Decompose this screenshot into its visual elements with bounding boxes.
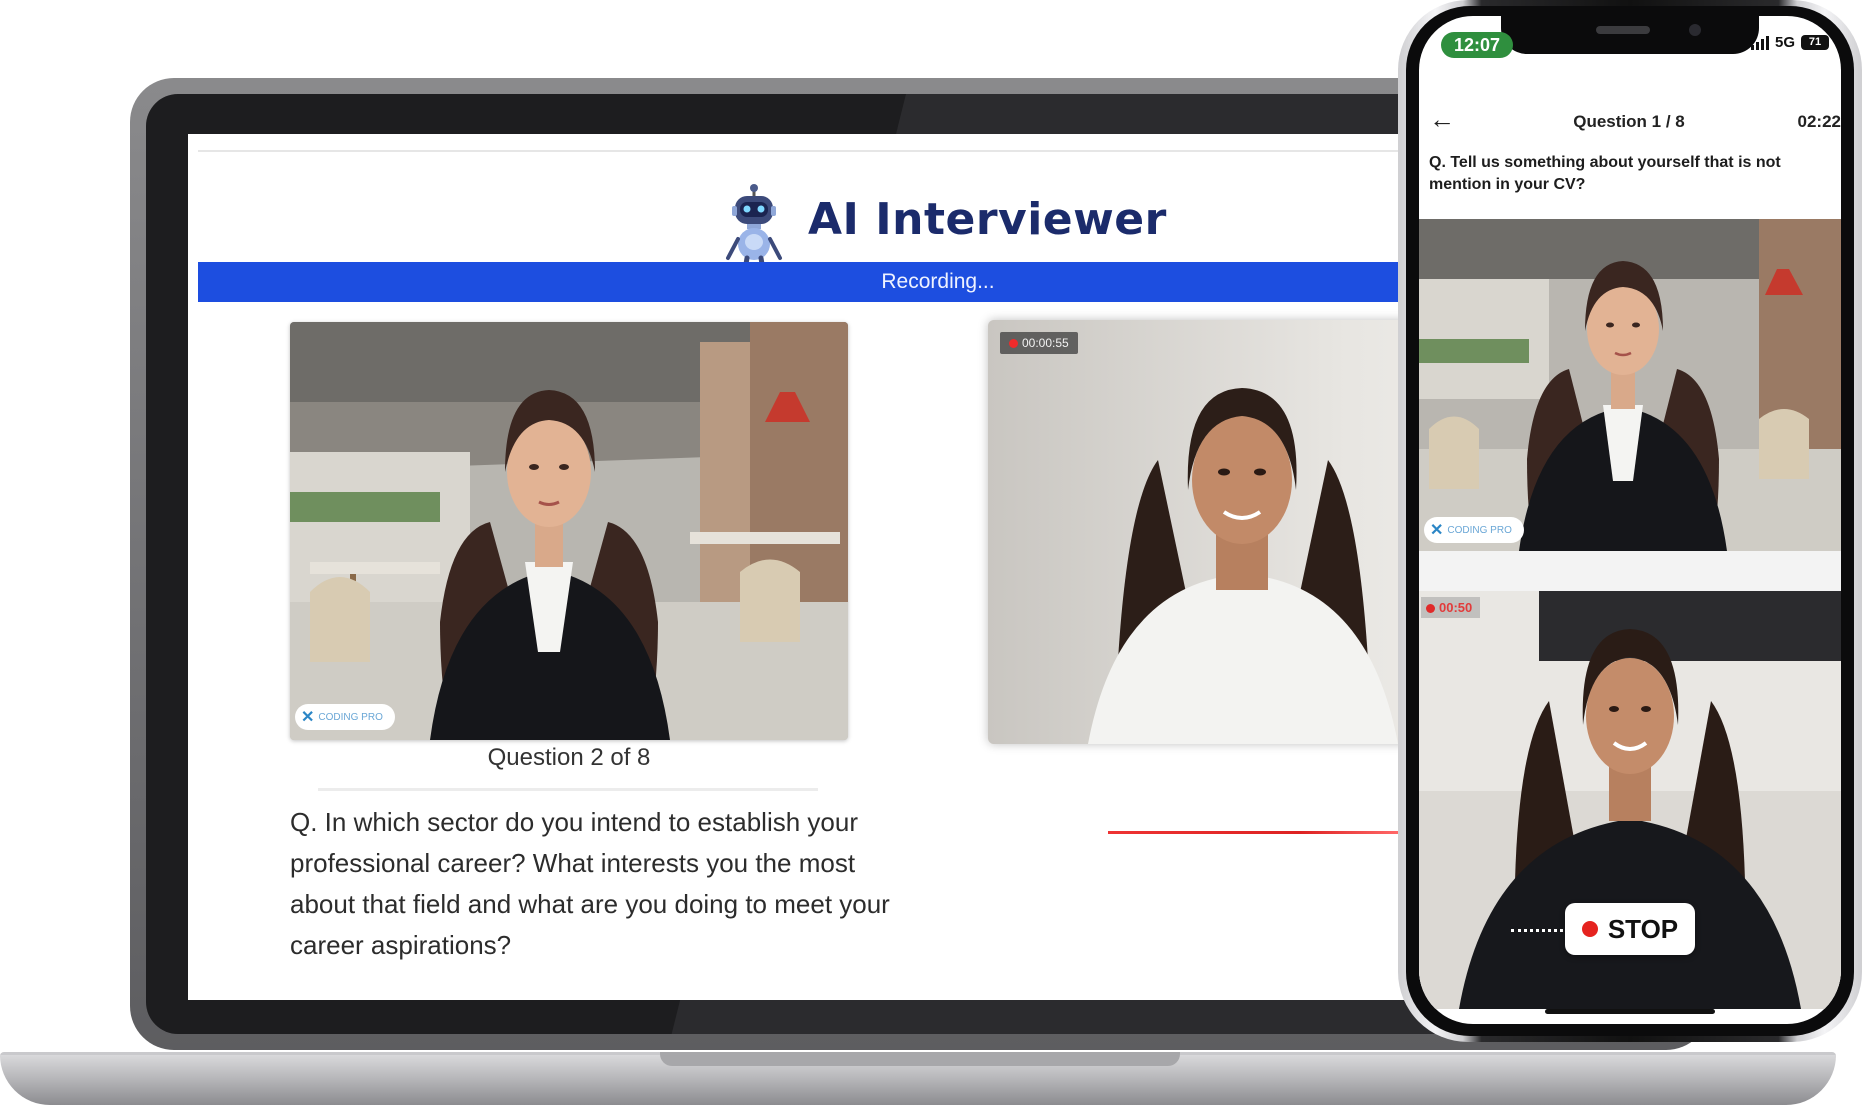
counter-divider [318, 788, 818, 791]
notch-speaker [1596, 26, 1650, 34]
signal-icon [1750, 35, 1769, 50]
phone-brand-label: CODING PRO [1447, 524, 1512, 536]
brand-chip: ✕ CODING PRO [295, 704, 395, 730]
status-time: 12:07 [1441, 32, 1513, 58]
brand-logo-icon: ✕ [301, 709, 315, 726]
phone-question-counter: Question 1 / 8 [1573, 112, 1685, 131]
stop-button[interactable]: STOP [1565, 903, 1695, 955]
interviewer-video-frame [290, 322, 848, 740]
phone-recording-value: 00:50 [1439, 600, 1473, 615]
stop-dots [1511, 929, 1563, 932]
recording-timer: 00:00:55 [1022, 336, 1069, 350]
phone-record-dot-icon [1426, 604, 1435, 613]
phone-brand-chip: ✕ CODING PRO [1424, 517, 1524, 543]
phone-interviewer-frame [1419, 219, 1841, 551]
phone-candidate-video: 00:50 STOP [1419, 591, 1841, 1009]
phone-recording-timer: 00:50 [1421, 597, 1481, 618]
status-indicators: 5G 71 [1750, 34, 1829, 51]
phone-brand-logo-icon: ✕ [1430, 522, 1444, 539]
laptop-base-notch [660, 1052, 1180, 1066]
stop-label: STOP [1607, 913, 1679, 944]
back-arrow-icon[interactable]: ← [1429, 104, 1455, 135]
phone-interviewer-video: ✕ CODING PRO [1419, 219, 1841, 551]
phone-screen: 12:07 5G 71 ← Question 1 / 8 02:22 Q. Te… [1419, 16, 1841, 1024]
recording-timer-badge: 00:00:55 [1000, 332, 1078, 354]
home-indicator[interactable] [1545, 1009, 1715, 1014]
question-counter: Question 2 of 8 [487, 744, 651, 771]
app-title: AI Interviewer [808, 194, 1167, 245]
phone-question-text: Q. Tell us something about yourself that… [1429, 154, 1781, 193]
network-label: 5G [1774, 34, 1795, 51]
phone-notch [1501, 16, 1759, 54]
battery-icon: 71 [1801, 35, 1829, 50]
question-text: Q. In which sector do you intend to esta… [290, 807, 890, 960]
brand-label: CODING PRO [318, 711, 383, 723]
interviewer-avatar-video: ✕ CODING PRO [290, 322, 848, 740]
record-stop-icon [1581, 921, 1598, 937]
front-camera-icon [1689, 24, 1701, 36]
phone-timer: 02:22 [1797, 112, 1841, 131]
record-dot-icon [1009, 339, 1018, 348]
video-divider [1419, 551, 1841, 591]
robot-icon [726, 184, 782, 272]
